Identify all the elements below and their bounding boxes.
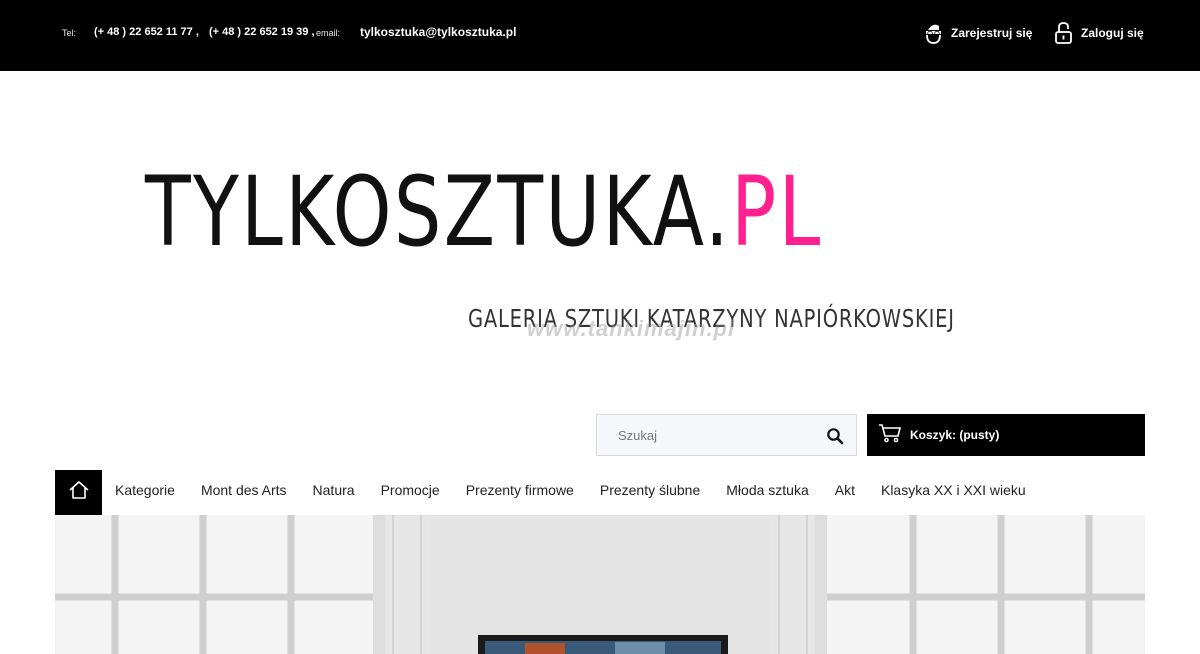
nav-item-mont-des-arts[interactable]: Mont des Arts	[201, 482, 287, 498]
logo-wordmark: TYLKOSZTUKA.PL	[145, 152, 823, 272]
logo-pl: PL	[731, 156, 823, 268]
tel-label: Tel:	[62, 28, 77, 38]
search-input[interactable]	[597, 415, 817, 455]
nav-item-klasyka[interactable]: Klasyka XX i XXI wieku	[881, 482, 1026, 498]
top-bar: Tel: (+ 48 ) 22 652 11 77 , (+ 48 ) 22 6…	[0, 0, 1200, 71]
cart-icon	[867, 423, 902, 448]
nav-item-promocje[interactable]: Promocje	[381, 482, 440, 498]
nav-item-natura[interactable]: Natura	[313, 482, 355, 498]
home-button[interactable]	[55, 470, 102, 515]
watermark: www.tankimajin.pl	[527, 316, 736, 341]
hero-banner[interactable]	[55, 515, 1145, 654]
logo-main-text: TYLKOSZTUKA	[145, 156, 705, 268]
home-icon	[68, 480, 90, 505]
nav-item-prezenty-slubne[interactable]: Prezenty ślubne	[600, 482, 700, 498]
register-link[interactable]: Zarejestruj się	[924, 21, 1032, 45]
logo-dot: .	[704, 156, 732, 268]
register-label: Zarejestruj się	[951, 26, 1033, 40]
login-link[interactable]: Zaloguj się	[1054, 21, 1144, 45]
login-label: Zaloguj się	[1081, 26, 1144, 40]
main-nav: Kategorie Mont des Arts Natura Promocje …	[115, 482, 1052, 498]
email-label: email:	[316, 28, 341, 38]
nav-item-kategorie[interactable]: Kategorie	[115, 482, 175, 498]
email-link[interactable]: tylkosztuka@tylkosztuka.pl	[360, 25, 516, 39]
nav-item-akt[interactable]: Akt	[835, 482, 855, 498]
cart-button[interactable]: Koszyk: (pusty)	[867, 414, 1145, 456]
search-box	[596, 414, 857, 456]
hero-image	[55, 515, 1145, 654]
nav-item-mloda-sztuka[interactable]: Młoda sztuka	[726, 482, 808, 498]
phone-2-link[interactable]: (+ 48 ) 22 652 19 39 ,	[209, 26, 315, 38]
padlock-icon	[1054, 21, 1073, 45]
search-icon[interactable]	[826, 427, 844, 445]
nav-item-prezenty-firmowe[interactable]: Prezenty firmowe	[466, 482, 574, 498]
phone-1-link[interactable]: (+ 48 ) 22 652 11 77 ,	[94, 26, 199, 38]
cart-label: Koszyk: (pusty)	[910, 428, 1000, 442]
user-glasses-icon	[924, 21, 943, 45]
